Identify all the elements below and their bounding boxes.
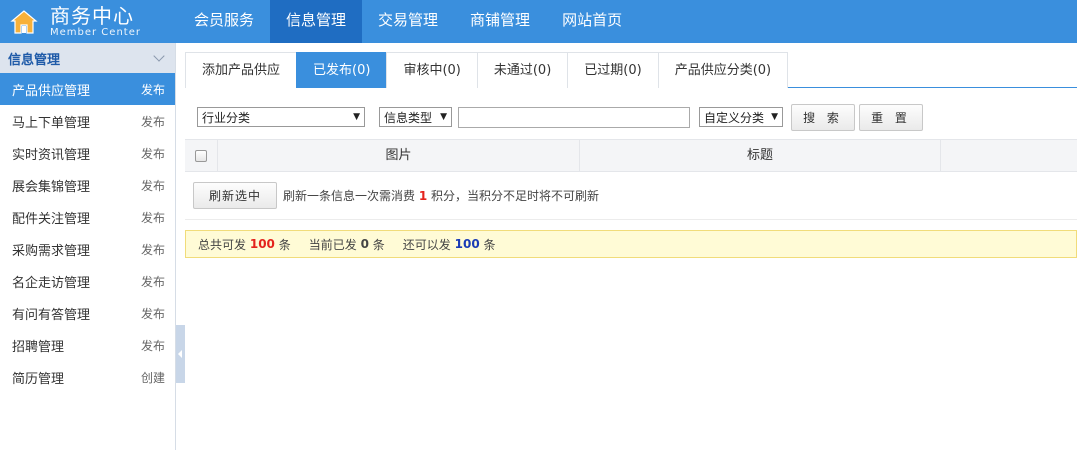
refresh-row: 刷新选中 刷新一条信息一次需消费 1 积分，当积分不足时将不可刷新 (185, 172, 1077, 220)
tab-rejected[interactable]: 未通过(0) (476, 52, 569, 88)
sidebar-item-product-supply[interactable]: 产品供应管理 发布 (0, 73, 175, 105)
sidebar-item-action[interactable]: 发布 (141, 177, 165, 194)
sidebar-item-label: 产品供应管理 (12, 83, 91, 99)
quota-current-value: 0 (360, 237, 369, 251)
quota-total-unit: 条 (278, 237, 291, 252)
quota-remaining-label: 还可以发 (402, 237, 451, 252)
industry-select[interactable]: 行业分类 ▼ (197, 107, 365, 127)
sidebar-item-label: 名企走访管理 (12, 275, 91, 291)
nav-trade-management[interactable]: 交易管理 (362, 0, 454, 43)
sidebar-section-header[interactable]: 信息管理 (0, 43, 175, 73)
info-type-select-value: 信息类型 (384, 110, 433, 125)
refresh-note-suffix: 积分，当积分不足时将不可刷新 (431, 189, 600, 203)
app-subtitle: Member Center (50, 26, 141, 38)
sidebar-item-action[interactable]: 发布 (141, 113, 165, 130)
sidebar-section-title: 信息管理 (8, 52, 61, 68)
sidebar-item-parts-follow[interactable]: 配件关注管理 发布 (0, 201, 175, 233)
sidebar-item-recruitment[interactable]: 招聘管理 发布 (0, 329, 175, 361)
sidebar-item-company-visit[interactable]: 名企走访管理 发布 (0, 265, 175, 297)
top-bar: 商务中心 Member Center 会员服务 信息管理 交易管理 商铺管理 网… (0, 0, 1077, 43)
sidebar-item-label: 配件关注管理 (12, 211, 91, 227)
sidebar-item-action[interactable]: 发布 (141, 241, 165, 258)
nav-info-management[interactable]: 信息管理 (270, 0, 363, 43)
refresh-cost: 1 (418, 189, 428, 203)
sidebar-item-purchase-demand[interactable]: 采购需求管理 发布 (0, 233, 175, 265)
tab-supply-categories[interactable]: 产品供应分类(0) (657, 52, 789, 88)
dropdown-caret-icon: ▼ (440, 112, 447, 122)
table-header: 图片 标题 (185, 139, 1077, 172)
nav-member-service[interactable]: 会员服务 (178, 0, 270, 43)
custom-category-select-value: 自定义分类 (704, 110, 765, 125)
top-nav: 会员服务 信息管理 交易管理 商铺管理 网站首页 (178, 0, 638, 43)
main-content: 添加产品供应 已发布(0) 审核中(0) 未通过(0) 已过期(0) 产品供应分… (185, 43, 1077, 450)
refresh-note: 刷新一条信息一次需消费 1 积分，当积分不足时将不可刷新 (283, 187, 599, 204)
reset-button[interactable]: 重 置 (859, 103, 923, 131)
sidebar-item-label: 实时资讯管理 (12, 147, 91, 163)
sidebar-collapse-handle[interactable] (176, 325, 185, 383)
filter-bar: 行业分类 ▼ 信息类型 ▼ 自定义分类 ▼ 搜 索 重 置 (197, 103, 923, 131)
sidebar-item-action[interactable]: 发布 (141, 145, 165, 162)
sidebar-item-news[interactable]: 实时资讯管理 发布 (0, 137, 175, 169)
tab-published[interactable]: 已发布(0) (296, 52, 388, 88)
sidebar-item-label: 采购需求管理 (12, 243, 91, 259)
quota-notice: 总共可发 100 条 当前已发 0 条 还可以发 100 条 (185, 230, 1077, 258)
sidebar-item-action[interactable]: 创建 (141, 369, 165, 386)
tab-add-product-supply[interactable]: 添加产品供应 (185, 52, 298, 88)
sidebar-item-label: 招聘管理 (12, 339, 65, 355)
sidebar-item-action[interactable]: 发布 (141, 209, 165, 226)
sidebar-item-resume[interactable]: 简历管理 创建 (0, 361, 175, 393)
quota-current-unit: 条 (372, 237, 385, 252)
search-button[interactable]: 搜 索 (791, 103, 855, 131)
sidebar-item-label: 马上下单管理 (12, 115, 91, 131)
select-all-cell (185, 140, 218, 171)
info-type-select[interactable]: 信息类型 ▼ (379, 107, 452, 127)
refresh-selected-button[interactable]: 刷新选中 (193, 182, 277, 209)
sidebar-item-exhibition[interactable]: 展会集锦管理 发布 (0, 169, 175, 201)
sidebar-item-quick-order[interactable]: 马上下单管理 发布 (0, 105, 175, 137)
column-header-extra (941, 140, 1077, 171)
nav-site-home[interactable]: 网站首页 (546, 0, 638, 43)
quota-remaining-value: 100 (454, 237, 480, 251)
sidebar-item-label: 有问有答管理 (12, 307, 91, 323)
tab-under-review[interactable]: 审核中(0) (386, 52, 478, 88)
sidebar-item-action[interactable]: 发布 (141, 337, 165, 354)
industry-select-value: 行业分类 (202, 110, 251, 125)
sidebar-item-label: 简历管理 (12, 371, 65, 387)
sidebar-item-action[interactable]: 发布 (141, 81, 165, 98)
custom-category-select[interactable]: 自定义分类 ▼ (699, 107, 783, 127)
sidebar: 信息管理 产品供应管理 发布 马上下单管理 发布 实时资讯管理 发布 展会集锦管… (0, 43, 176, 450)
tab-bar: 添加产品供应 已发布(0) 审核中(0) 未通过(0) 已过期(0) 产品供应分… (185, 52, 1077, 88)
logo[interactable]: 商务中心 Member Center (0, 0, 176, 43)
sidebar-item-action[interactable]: 发布 (141, 305, 165, 322)
dropdown-caret-icon: ▼ (771, 112, 778, 122)
sidebar-item-action[interactable]: 发布 (141, 273, 165, 290)
sidebar-item-label: 展会集锦管理 (12, 179, 91, 195)
column-header-title[interactable]: 标题 (580, 140, 941, 171)
nav-shop-management[interactable]: 商铺管理 (454, 0, 546, 43)
tab-expired[interactable]: 已过期(0) (567, 52, 659, 88)
column-header-image[interactable]: 图片 (218, 140, 580, 171)
select-all-checkbox[interactable] (195, 149, 207, 162)
dropdown-caret-icon: ▼ (353, 112, 360, 122)
quota-remaining-unit: 条 (483, 237, 496, 252)
refresh-note-prefix: 刷新一条信息一次需消费 (283, 189, 416, 203)
chevron-down-icon[interactable] (153, 49, 165, 62)
quota-total-value: 100 (249, 237, 275, 251)
app-title: 商务中心 (50, 3, 134, 28)
keyword-input[interactable] (458, 106, 690, 128)
quota-total-label: 总共可发 (198, 237, 247, 252)
sidebar-item-qa[interactable]: 有问有答管理 发布 (0, 297, 175, 329)
quota-current-label: 当前已发 (308, 237, 357, 252)
home-icon (10, 9, 38, 34)
